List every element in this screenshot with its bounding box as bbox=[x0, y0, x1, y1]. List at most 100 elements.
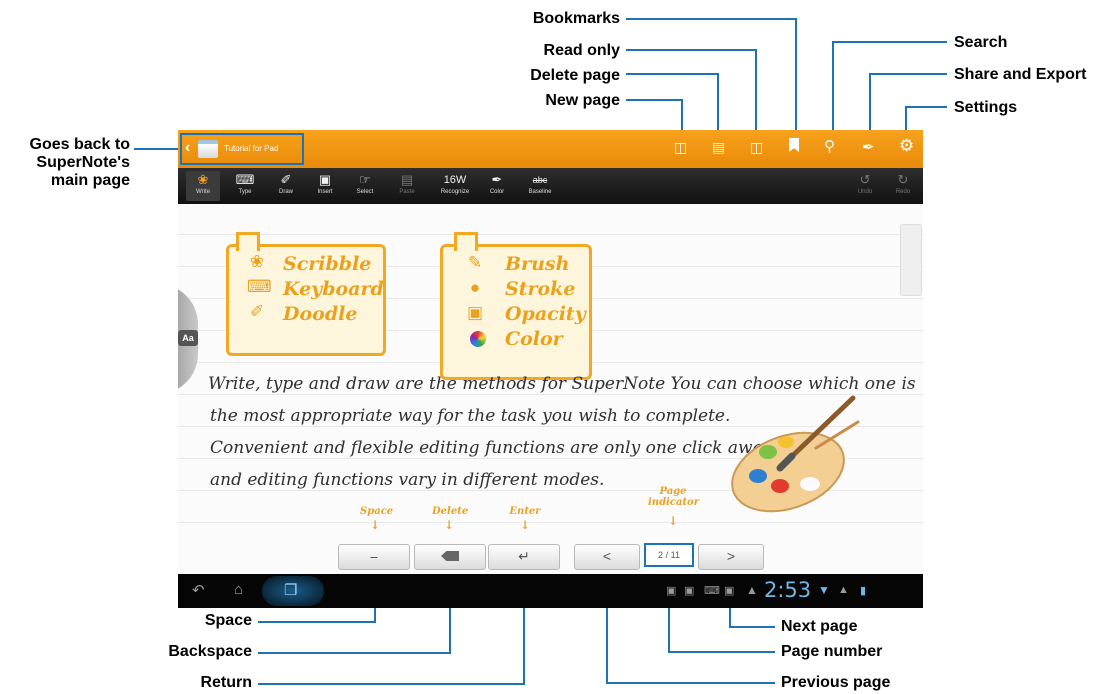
tool-label: Write bbox=[196, 189, 210, 195]
select-button[interactable]: ☞ Select bbox=[348, 171, 382, 201]
leader-line bbox=[832, 41, 834, 136]
new-page-icon[interactable]: ◫ bbox=[674, 139, 688, 157]
tool-label: Type bbox=[238, 189, 252, 195]
next-page-button[interactable]: > bbox=[698, 544, 764, 570]
wifi-icon: ▼ bbox=[818, 583, 830, 597]
handwritten-line: and editing functions vary in different … bbox=[210, 470, 605, 490]
space-key[interactable]: ⎯ bbox=[338, 544, 410, 570]
card-item: Doodle bbox=[283, 303, 358, 325]
leader-line bbox=[717, 73, 719, 136]
arrow-down-icon: ↓ bbox=[443, 518, 455, 532]
undo-button[interactable]: ↺ Undo bbox=[848, 171, 882, 201]
tool-label: Baseline bbox=[528, 189, 552, 195]
hint-delete: Delete bbox=[432, 506, 469, 517]
handwritten-line: Convenient and flexible editing function… bbox=[210, 438, 773, 458]
paste-icon: ▤ bbox=[400, 172, 414, 187]
ruled-line bbox=[178, 522, 923, 523]
leader-line bbox=[606, 682, 775, 684]
callout-new-page: New page bbox=[545, 92, 620, 109]
leader-line bbox=[869, 73, 871, 136]
tool-label: Undo bbox=[857, 189, 873, 195]
back-button[interactable]: ‹ Tutorial for Pad bbox=[180, 133, 304, 165]
home-icon[interactable]: ⌂ bbox=[234, 581, 243, 598]
insert-icon: ▣ bbox=[318, 172, 332, 187]
notebook-title: Tutorial for Pad bbox=[224, 144, 279, 153]
keyboard-icon: ⌨ bbox=[247, 277, 272, 296]
hint-enter: Enter bbox=[509, 506, 541, 517]
card-item: Scribble bbox=[283, 253, 372, 275]
recognize-button[interactable]: 16W Recognize bbox=[434, 171, 476, 201]
notification-icon: ▣ bbox=[684, 585, 695, 597]
battery-icon: ▮ bbox=[860, 585, 867, 597]
write-mode-button[interactable]: ❀ Write bbox=[186, 171, 220, 201]
hint-space: Space bbox=[360, 506, 394, 517]
brush-icon: ✎ bbox=[467, 253, 483, 272]
callout-space: Space bbox=[204, 612, 252, 629]
scroll-thumb[interactable] bbox=[900, 224, 922, 296]
return-key[interactable]: ↵ bbox=[488, 544, 560, 570]
redo-button[interactable]: ↻ Redo bbox=[886, 171, 920, 201]
undo-icon: ↺ bbox=[859, 172, 871, 187]
tool-label: Recognize bbox=[440, 189, 470, 195]
opacity-icon: ▣ bbox=[466, 303, 484, 322]
leader-line bbox=[869, 73, 947, 75]
warning-icon: ▲ bbox=[746, 583, 758, 597]
leader-line bbox=[134, 148, 180, 150]
leader-line bbox=[755, 49, 757, 136]
draw-mode-button[interactable]: ✐ Draw bbox=[269, 171, 303, 201]
search-icon[interactable]: ⚲ bbox=[824, 137, 835, 155]
stroke-dot-icon: ● bbox=[469, 278, 481, 297]
keyboard-icon: ⌨ bbox=[235, 172, 255, 187]
leader-line bbox=[668, 651, 775, 653]
callout-search: Search bbox=[954, 34, 1008, 51]
card-item: Brush bbox=[505, 253, 570, 275]
tool-label: Paste bbox=[399, 189, 415, 195]
callout-previous-page: Previous page bbox=[781, 674, 891, 691]
color-pen-icon: ✒ bbox=[491, 172, 503, 187]
recent-apps-icon: ❐ bbox=[284, 582, 298, 599]
leader-line bbox=[258, 652, 451, 654]
callout-delete-page: Delete page bbox=[530, 67, 620, 84]
recent-apps-button[interactable]: ❐ bbox=[262, 576, 324, 606]
backspace-key[interactable] bbox=[414, 544, 486, 570]
paste-button[interactable]: ▤ Paste bbox=[390, 171, 424, 201]
insert-button[interactable]: ▣ Insert bbox=[308, 171, 342, 201]
doodle-icon: ✐ bbox=[280, 172, 292, 187]
leader-line bbox=[729, 626, 775, 628]
hint-page-indicator: Page indicator bbox=[648, 486, 699, 508]
previous-page-button[interactable]: < bbox=[574, 544, 640, 570]
notebook-icon bbox=[198, 140, 218, 158]
paint-palette-illustration bbox=[731, 395, 860, 513]
signal-icon: ▲ bbox=[838, 584, 849, 596]
gear-icon[interactable]: ⚙ bbox=[899, 136, 914, 156]
leader-line bbox=[795, 18, 797, 136]
leader-line bbox=[258, 683, 525, 685]
input-mode-toggle[interactable]: Aa bbox=[178, 330, 198, 346]
back-nav-icon[interactable]: ↶ bbox=[192, 581, 205, 599]
ruled-line bbox=[178, 234, 923, 235]
share-icon[interactable]: ✒ bbox=[862, 138, 875, 156]
bookmark-icon[interactable] bbox=[789, 138, 799, 152]
total-pages: 11 bbox=[670, 550, 680, 560]
scribble-icon: ❀ bbox=[249, 252, 265, 271]
backspace-icon bbox=[441, 551, 459, 561]
color-button[interactable]: ✒ Color bbox=[480, 171, 514, 201]
system-bar: ↶ ⌂ ❐ ▣ ▣ ⌨ ▣ ▲ 2:53 ▼ ▲ ▮ bbox=[178, 574, 923, 608]
card-tab bbox=[454, 232, 478, 251]
brush-settings-card: ✎ Brush ● Stroke ▣ Opacity Color bbox=[440, 244, 592, 380]
arrow-down-icon: ↓ bbox=[369, 518, 381, 532]
baseline-button[interactable]: abc Baseline bbox=[520, 171, 560, 201]
read-only-icon[interactable]: ◫ bbox=[750, 139, 764, 157]
note-page[interactable]: Aa ❀ Scribble ⌨ Keyboard ✐ Doodle ✎ Brus… bbox=[178, 204, 923, 574]
type-mode-button[interactable]: ⌨ Type bbox=[228, 171, 262, 201]
leader-line bbox=[258, 621, 376, 623]
tool-label: Redo bbox=[895, 189, 911, 195]
callout-backspace: Backspace bbox=[168, 643, 252, 660]
delete-page-icon[interactable]: ▤ bbox=[712, 139, 726, 157]
page-separator: / bbox=[665, 550, 669, 560]
leader-line bbox=[626, 73, 719, 75]
tool-label: Select bbox=[356, 189, 374, 195]
edit-toolbar: ❀ Write ⌨ Type ✐ Draw ▣ Insert ☞ Select ▤ Past… bbox=[178, 168, 923, 204]
callout-go-back: Goes back to SuperNote's main page bbox=[29, 136, 130, 189]
tool-label: Insert bbox=[317, 189, 333, 195]
